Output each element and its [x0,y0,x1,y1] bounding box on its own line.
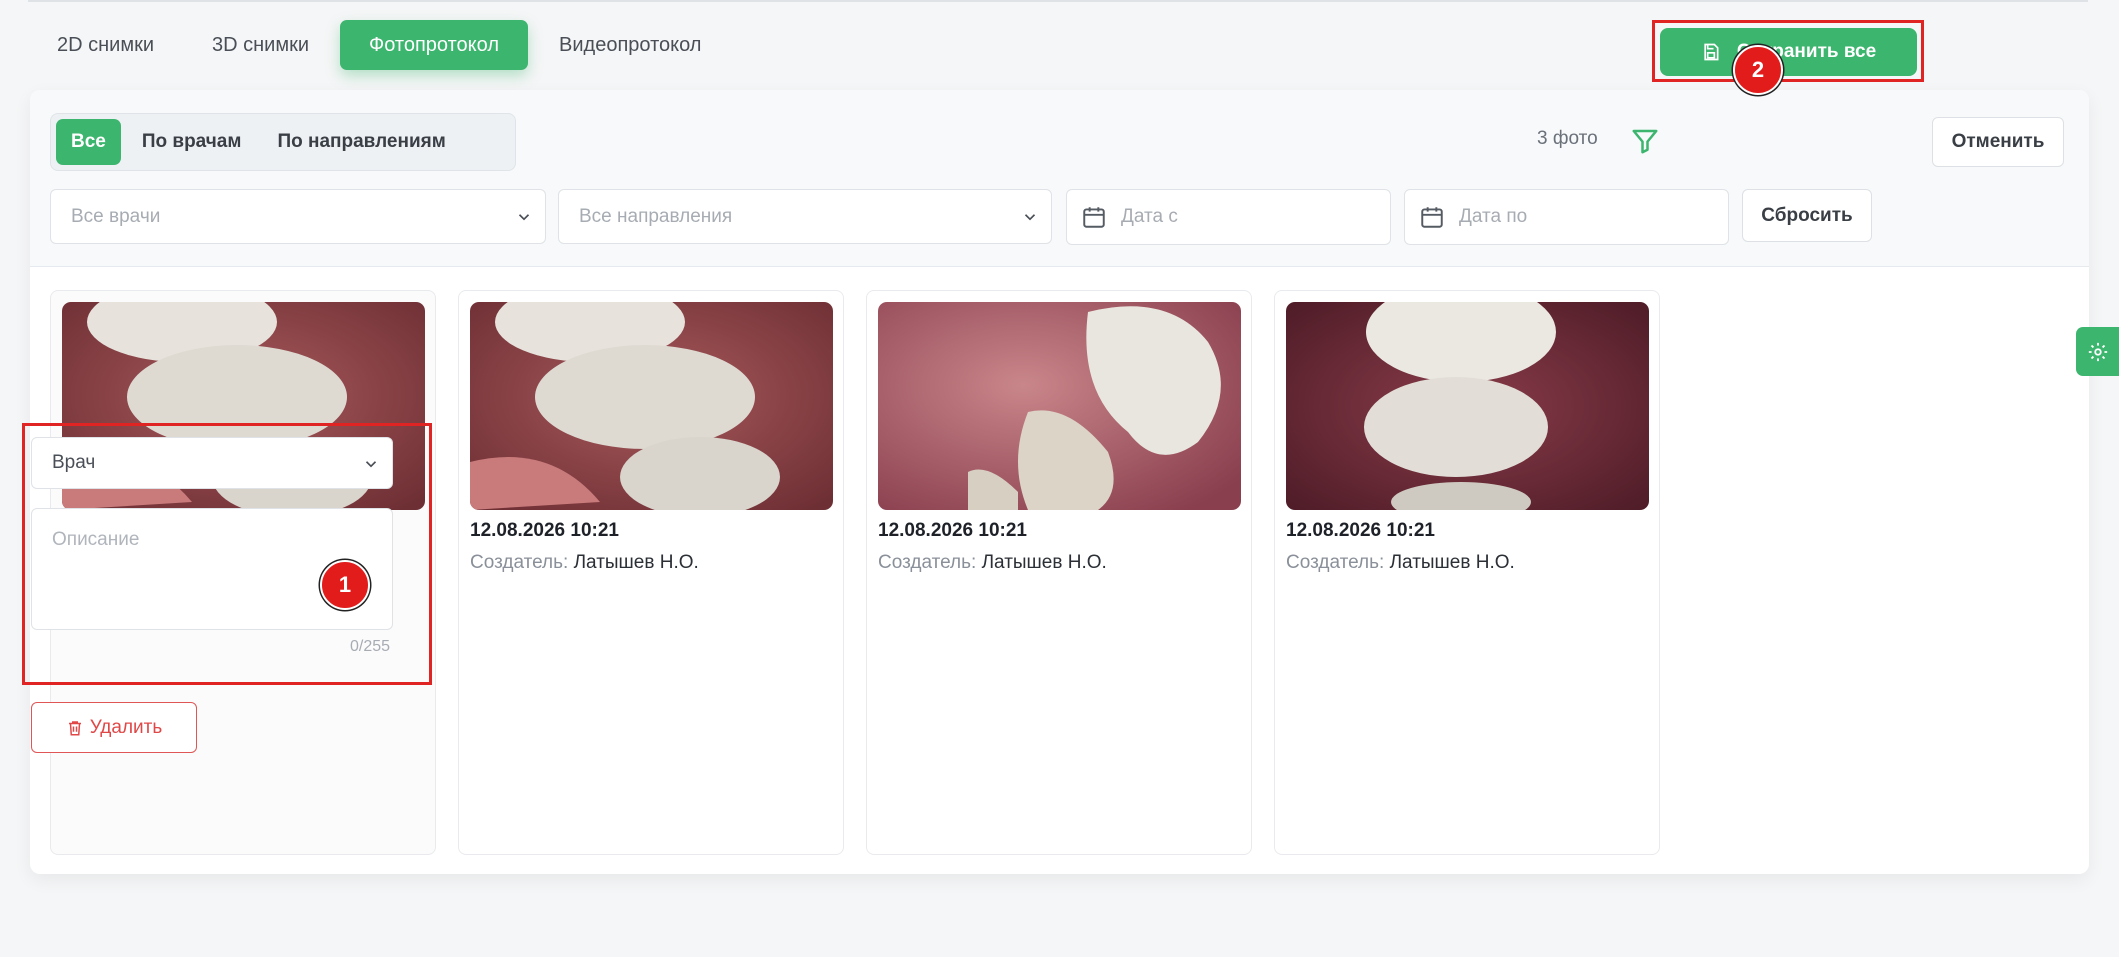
calendar-icon [1083,207,1105,228]
tab-3d[interactable]: 3D снимки [183,20,338,70]
creator-label: Создатель: [470,552,569,573]
settings-tab[interactable] [2076,327,2119,376]
photo-creator: Создатель: Латышев Н.О. [470,552,699,574]
group-by-doctor-button[interactable]: По врачам [127,119,257,165]
tab-photo-protocol[interactable]: Фотопротокол [340,20,529,70]
chevron-down-icon [1024,214,1036,221]
photo-thumbnail[interactable] [878,302,1241,510]
media-tabs: 2D снимки 3D снимки Фотопротокол Видеопр… [28,19,730,71]
photo-date: 12.08.2026 10:21 [1286,520,1435,541]
description-char-counter: 0/255 [350,638,391,655]
date-from-input[interactable]: Дата с [1066,189,1391,245]
creator-label: Создатель: [878,552,977,573]
save-icon [1704,43,1719,61]
photo-count: 3 фото [1537,128,1598,149]
delete-label: Удалить [89,716,163,738]
photo-card: 12.08.2026 10:21 Создатель: Латышев Н.О. [866,290,1252,855]
photo-card: 12.08.2026 10:21 Создатель: Латышев Н.О. [1274,290,1660,855]
annotation-marker-1: 1 [320,560,370,610]
doctors-filter-select[interactable]: Все врачи [50,189,546,244]
creator-name: Латышев Н.О. [573,552,699,573]
filter-icon[interactable] [1630,126,1660,156]
gear-icon [2088,342,2107,361]
photo-card: 12.08.2026 10:21 Создатель: Латышев Н.О. [458,290,844,855]
photo-thumbnail[interactable] [470,302,833,510]
annotation-marker-2: 2 [1733,45,1783,95]
top-divider [28,0,2088,2]
doctor-select-value: Врач [52,452,96,473]
photo-creator: Создатель: Латышев Н.О. [878,552,1107,574]
grouping-switch: Все По врачам По направлениям [50,113,516,171]
save-all-button[interactable]: Сохранить все [1660,28,1917,76]
tab-2d[interactable]: 2D снимки [28,20,183,70]
filter-bar: Все По врачам По направлениям 3 фото Отм… [30,90,2089,267]
chevron-down-icon [518,214,530,221]
cancel-button[interactable]: Отменить [1932,117,2064,167]
doctors-filter-value: Все врачи [71,205,161,227]
description-placeholder: Описание [52,529,140,550]
creator-name: Латышев Н.О. [1389,552,1515,573]
photo-date: 12.08.2026 10:21 [878,520,1027,541]
group-all-button[interactable]: Все [56,119,121,165]
date-to-input[interactable]: Дата по [1404,189,1729,245]
directions-filter-select[interactable]: Все направления [558,189,1052,244]
reset-filters-button[interactable]: Сбросить [1742,189,1872,242]
trash-icon [68,720,81,735]
group-by-direction-button[interactable]: По направлениям [262,119,460,165]
date-to-placeholder: Дата по [1459,206,1528,227]
delete-photo-button[interactable]: Удалить [31,702,197,753]
directions-filter-value: Все направления [579,205,733,227]
doctor-select[interactable]: Врач [31,437,393,489]
creator-label: Создатель: [1286,552,1385,573]
chevron-down-icon [365,461,377,468]
photo-creator: Создатель: Латышев Н.О. [1286,552,1515,574]
calendar-icon [1421,207,1443,228]
photo-date: 12.08.2026 10:21 [470,520,619,541]
date-from-placeholder: Дата с [1121,206,1178,227]
photo-thumbnail[interactable] [1286,302,1649,510]
tab-video-protocol[interactable]: Видеопротокол [530,20,730,70]
creator-name: Латышев Н.О. [981,552,1107,573]
